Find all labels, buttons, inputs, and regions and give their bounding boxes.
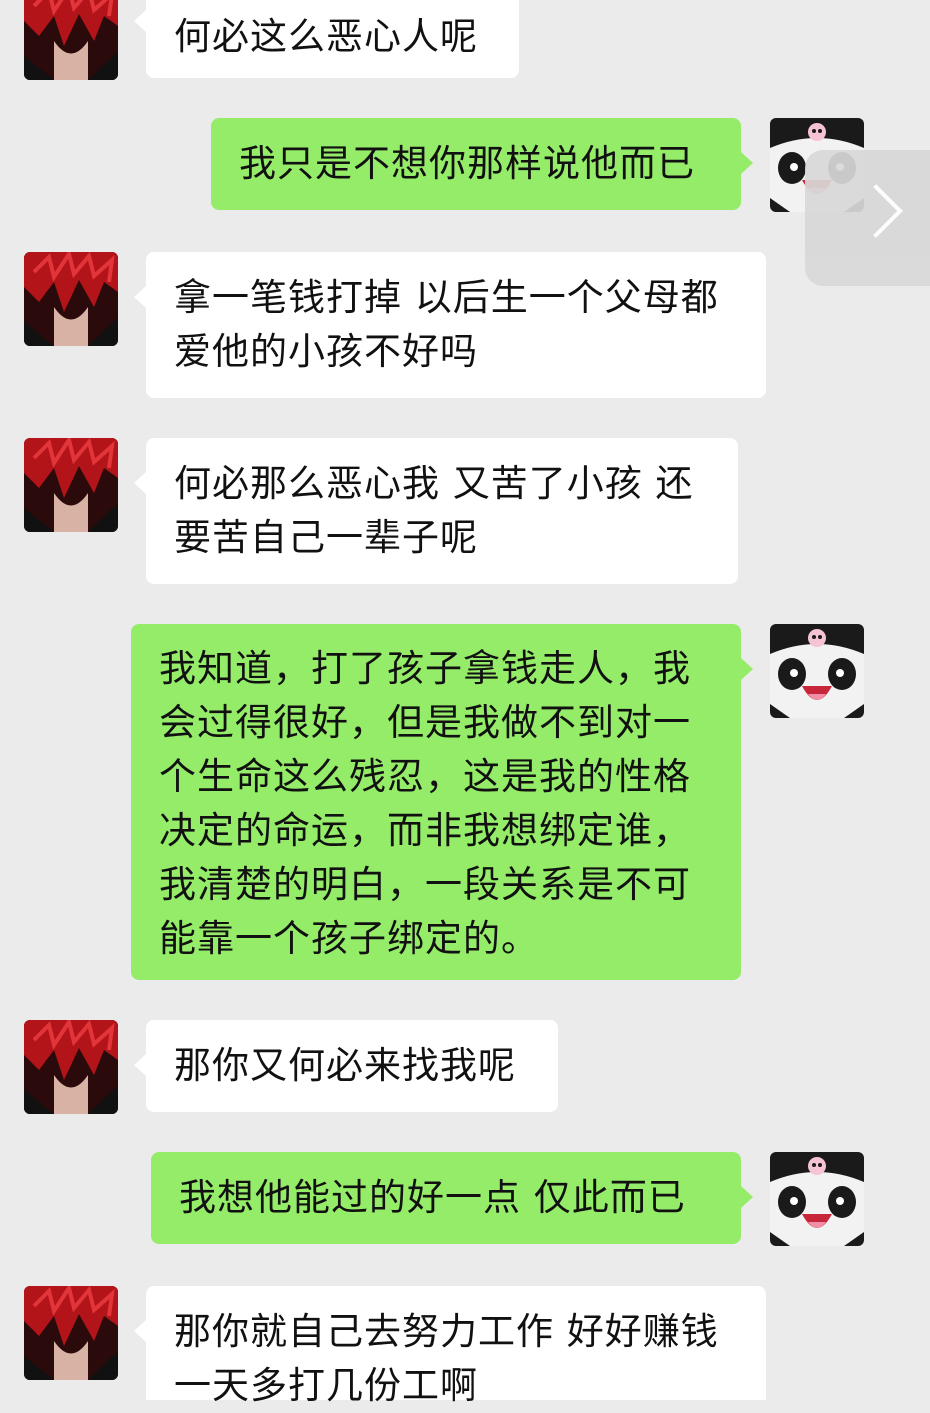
message-bubble-incoming[interactable]: 那你就自己去努力工作 好好赚钱一天多打几份工啊 [134, 1286, 766, 1407]
message-bubble-incoming[interactable]: 何必那么恶心我 又苦了小孩 还要苦自己一辈子呢 [134, 438, 738, 584]
other-avatar-icon[interactable] [24, 1020, 118, 1114]
message-bubble-incoming[interactable]: 何必这么恶心人呢 [134, 0, 519, 78]
message-bubble-outgoing[interactable]: 我只是不想你那样说他而已 [211, 118, 753, 210]
chevron-right-icon [849, 184, 903, 238]
self-avatar-icon[interactable] [770, 1152, 864, 1246]
floating-side-button[interactable] [805, 150, 930, 286]
message-bubble-incoming[interactable]: 拿一笔钱打掉 以后生一个父母都爱他的小孩不好吗 [134, 252, 766, 398]
other-avatar-icon[interactable] [24, 0, 118, 80]
other-avatar-icon[interactable] [24, 1286, 118, 1380]
other-avatar-icon[interactable] [24, 252, 118, 346]
self-avatar-icon[interactable] [770, 624, 864, 718]
message-bubble-outgoing[interactable]: 我想他能过的好一点 仅此而已 [151, 1152, 753, 1244]
message-bubble-incoming[interactable]: 那你又何必来找我呢 [134, 1020, 558, 1112]
chat-conversation: 何必这么恶心人呢 我只是不想你那样说他而已 拿一笔钱打掉 以后生一个父母都爱他的… [0, 0, 930, 1407]
other-avatar-icon[interactable] [24, 438, 118, 532]
message-bubble-outgoing[interactable]: 我知道，打了孩子拿钱走人，我会过得很好，但是我做不到对一个生命这么残忍，这是我的… [131, 624, 753, 980]
